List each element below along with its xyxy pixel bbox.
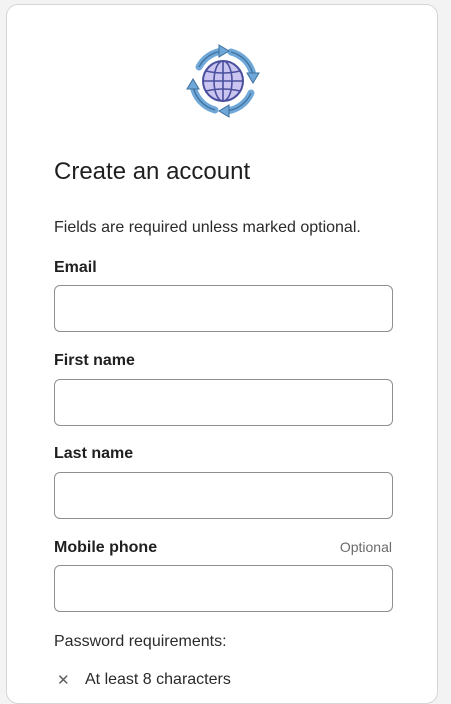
email-label: Email	[54, 259, 97, 276]
mobile-phone-label: Mobile phone	[54, 539, 158, 556]
first-name-field[interactable]	[54, 379, 393, 426]
email-field[interactable]	[54, 285, 393, 332]
password-requirement-item: ✕ At least 8 characters	[54, 671, 231, 689]
optional-badge: Optional	[339, 539, 392, 555]
signup-card: Create an account Fields are required un…	[6, 4, 438, 704]
password-requirements-heading: Password requirements:	[54, 633, 227, 650]
mobile-phone-field[interactable]	[54, 565, 393, 612]
form-instructions: Fields are required unless marked option…	[54, 219, 361, 236]
first-name-label: First name	[54, 352, 135, 369]
password-requirement-text: At least 8 characters	[85, 671, 231, 688]
last-name-field[interactable]	[54, 472, 393, 519]
x-icon: ✕	[57, 672, 70, 689]
last-name-label: Last name	[54, 445, 134, 462]
globe-sync-icon	[186, 44, 260, 118]
page-title: Create an account	[54, 158, 251, 185]
